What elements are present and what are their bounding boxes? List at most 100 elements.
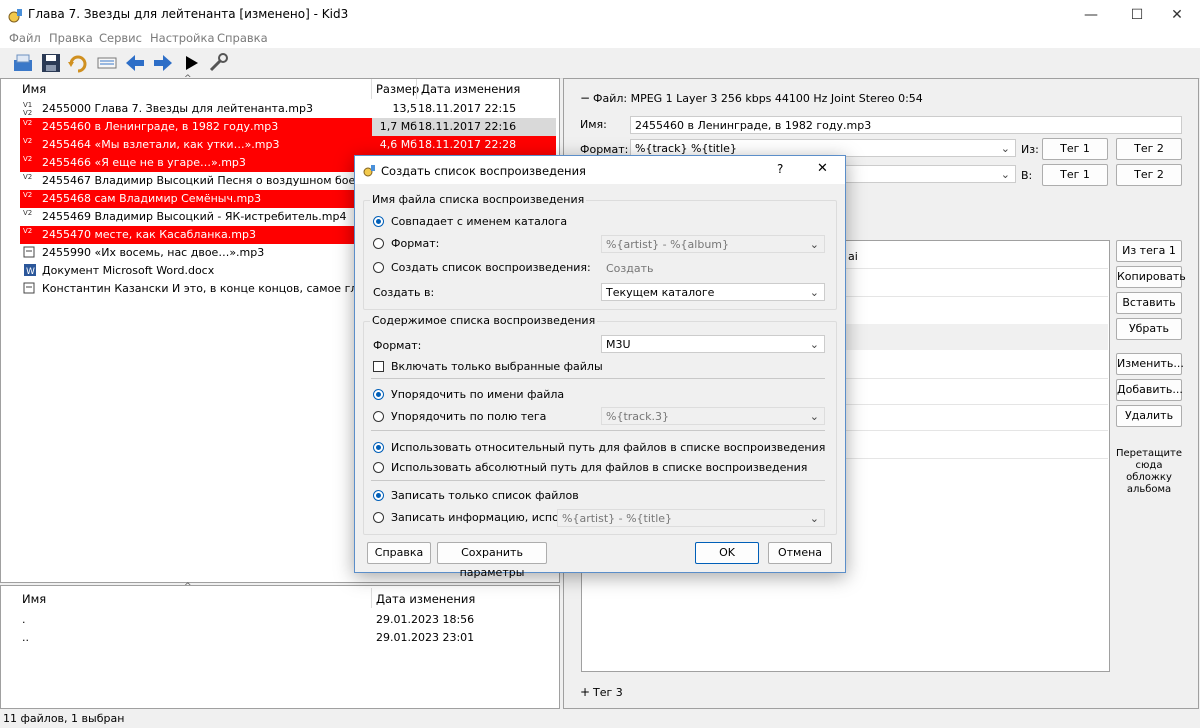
minimize-button[interactable]: — bbox=[1068, 0, 1114, 30]
svg-text:W: W bbox=[26, 267, 35, 277]
menu-settings[interactable]: Настройка bbox=[150, 31, 215, 45]
playlist-content-group bbox=[363, 321, 837, 535]
combo-value: Текущем каталоге bbox=[606, 286, 715, 299]
remove-button[interactable]: Убрать bbox=[1116, 318, 1182, 340]
copy-button[interactable]: Копировать bbox=[1116, 266, 1186, 288]
radio-write-list-only[interactable] bbox=[373, 490, 384, 501]
radio-same-as-dir-label[interactable]: Совпадает с именем каталога bbox=[391, 215, 567, 228]
from-tag2-button[interactable]: Тег 2 bbox=[1116, 138, 1182, 160]
sort-up-icon: ^ bbox=[184, 74, 192, 84]
dir-row-date: 29.01.2023 18:56 bbox=[376, 613, 475, 626]
directory-pane[interactable] bbox=[0, 585, 560, 709]
radio-relative-path[interactable] bbox=[373, 442, 384, 453]
save-icon[interactable] bbox=[40, 52, 62, 74]
radio-absolute-path-label[interactable]: Использовать абсолютный путь для файлов … bbox=[391, 461, 807, 474]
tag-version-icon: V2 bbox=[23, 155, 33, 163]
from-tag1-button[interactable]: Тег 1 bbox=[1042, 138, 1108, 160]
column-header-date[interactable]: Дата изменения bbox=[421, 82, 520, 96]
ok-button[interactable]: OK bbox=[695, 542, 759, 564]
playlist-icon[interactable] bbox=[96, 52, 118, 74]
radio-same-as-dir[interactable] bbox=[373, 216, 384, 227]
save-settings-button[interactable]: Сохранить параметры bbox=[437, 542, 547, 579]
radio-write-list-only-label[interactable]: Записать только список файлов bbox=[391, 489, 579, 502]
column-header-size[interactable]: Размер bbox=[376, 82, 419, 96]
tag-version-icon: V2 bbox=[23, 209, 33, 217]
close-window-button[interactable]: ✕ bbox=[1154, 0, 1200, 30]
radio-create-playlist[interactable] bbox=[373, 262, 384, 273]
to-label: В: bbox=[1021, 169, 1033, 182]
content-format-combo[interactable]: M3U ⌄ bbox=[601, 335, 825, 353]
tag-version-icon: V2 bbox=[23, 191, 33, 199]
chevron-down-icon: ⌄ bbox=[1000, 168, 1010, 181]
to-tag2-button[interactable]: Тег 2 bbox=[1116, 164, 1182, 186]
play-icon[interactable] bbox=[180, 52, 202, 74]
column-divider bbox=[416, 79, 417, 99]
previous-icon[interactable] bbox=[124, 52, 146, 74]
filename-input[interactable]: 2455460 в Ленинграде, в 1982 году.mp3 bbox=[630, 116, 1182, 134]
tag-version-icon: V2 bbox=[23, 119, 33, 127]
create-in-combo[interactable]: Текущем каталоге ⌄ bbox=[601, 283, 825, 301]
edit-frame-button[interactable]: Изменить... bbox=[1116, 353, 1184, 375]
tag-version-icon: V1 V2 bbox=[23, 101, 33, 117]
create-playlist-dialog: Создать список воспроизведения ? ✕ Имя ф… bbox=[354, 155, 846, 579]
combo-value: %{artist} - %{title} bbox=[562, 512, 673, 525]
only-selected-label[interactable]: Включать только выбранные файлы bbox=[391, 360, 603, 373]
revert-icon[interactable] bbox=[67, 52, 89, 74]
cover-drop-hint[interactable]: Перетащите сюда обложку альбома bbox=[1112, 448, 1186, 496]
column-divider bbox=[371, 79, 372, 99]
cancel-button[interactable]: Отмена bbox=[768, 542, 832, 564]
only-selected-checkbox[interactable] bbox=[373, 361, 384, 372]
file-row[interactable]: V2 2455460 в Ленинграде, в 1982 году.mp3 1… bbox=[20, 118, 556, 136]
radio-sort-filename-label[interactable]: Упорядочить по имени файла bbox=[391, 388, 564, 401]
dir-column-header-date[interactable]: Дата изменения bbox=[376, 592, 475, 606]
radio-create-playlist-label[interactable]: Создать список воспроизведения: bbox=[391, 261, 591, 274]
menu-edit[interactable]: Правка bbox=[49, 31, 93, 45]
settings-icon[interactable] bbox=[207, 52, 229, 74]
radio-sort-tag-label[interactable]: Упорядочить по полю тега bbox=[391, 410, 546, 423]
file-name: 2455466 «Я еще не в угаре…».mp3 bbox=[42, 156, 246, 169]
from-label: Из: bbox=[1021, 143, 1039, 156]
tag-version-icon: V2 bbox=[23, 137, 33, 145]
radio-write-info[interactable] bbox=[373, 512, 384, 523]
to-tag1-button[interactable]: Тег 1 bbox=[1042, 164, 1108, 186]
separator bbox=[371, 480, 825, 481]
chevron-down-icon: ⌄ bbox=[809, 410, 819, 423]
radio-sort-tag[interactable] bbox=[373, 411, 384, 422]
menu-help[interactable]: Справка bbox=[217, 31, 268, 45]
dialog-help-btn[interactable]: Справка bbox=[367, 542, 431, 564]
sort-tag-combo: %{track.3} ⌄ bbox=[601, 407, 825, 425]
dir-row-name[interactable]: . bbox=[22, 613, 26, 626]
file-icon bbox=[23, 245, 35, 261]
delete-frame-button[interactable]: Удалить bbox=[1116, 405, 1182, 427]
playlist-name-format-combo: %{artist} - %{album} ⌄ bbox=[601, 235, 825, 253]
radio-format-label[interactable]: Формат: bbox=[391, 237, 439, 250]
word-document-icon: W bbox=[23, 263, 37, 279]
dialog-close-button[interactable]: ✕ bbox=[817, 161, 828, 176]
from-tag1-copy-button[interactable]: Из тега 1 bbox=[1116, 240, 1182, 262]
menu-tools[interactable]: Сервис bbox=[99, 31, 142, 45]
expand-tag3-section[interactable]: + bbox=[580, 685, 590, 699]
radio-format[interactable] bbox=[373, 238, 384, 249]
paste-button[interactable]: Вставить bbox=[1116, 292, 1182, 314]
add-frame-button[interactable]: Добавить... bbox=[1116, 379, 1183, 401]
next-icon[interactable] bbox=[152, 52, 174, 74]
tag-version-icon: V2 bbox=[23, 173, 33, 181]
create-in-label: Создать в: bbox=[373, 286, 435, 299]
file-name: 2455000 Глава 7. Звезды для лейтенанта.m… bbox=[42, 102, 313, 115]
dialog-title: Создать список воспроизведения bbox=[381, 164, 586, 178]
group-title: Имя файла списка воспроизведения bbox=[370, 193, 587, 206]
radio-relative-path-label[interactable]: Использовать относительный путь для файл… bbox=[391, 441, 825, 454]
radio-absolute-path[interactable] bbox=[373, 462, 384, 473]
kid3-app-icon bbox=[363, 163, 377, 177]
open-folder-icon[interactable] bbox=[12, 52, 34, 74]
menu-file[interactable]: Файл bbox=[9, 31, 41, 45]
radio-sort-filename[interactable] bbox=[373, 389, 384, 400]
column-header-name[interactable]: Имя bbox=[22, 82, 46, 96]
file-row[interactable]: V1 V2 2455000 Глава 7. Звезды для лейтена… bbox=[20, 100, 556, 133]
file-name: 2455464 «Мы взлетали, как утки…».mp3 bbox=[42, 138, 280, 151]
dialog-help-button[interactable]: ? bbox=[777, 162, 783, 176]
dir-row-name[interactable]: .. bbox=[22, 631, 29, 644]
file-row[interactable]: V2 2455464 «Мы взлетали, как утки…».mp3 4,… bbox=[20, 136, 556, 154]
dir-column-header-name[interactable]: Имя bbox=[22, 592, 46, 606]
collapse-file-section[interactable]: − bbox=[580, 91, 590, 105]
